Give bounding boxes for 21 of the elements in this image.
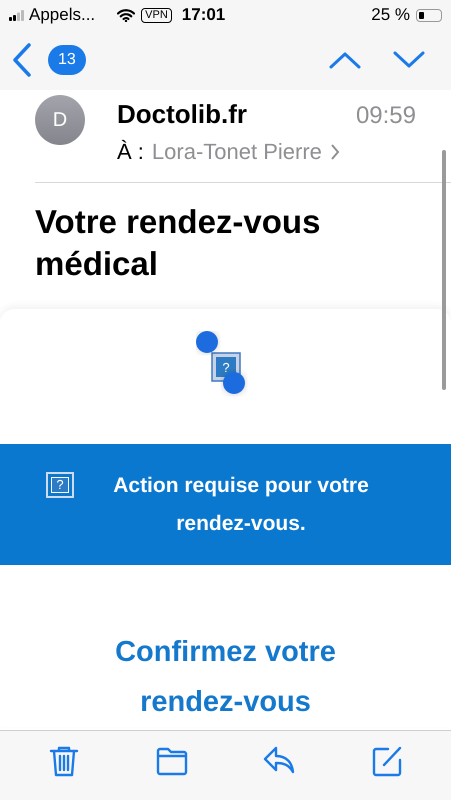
- sender-name: Doctolib.fr: [117, 98, 247, 131]
- battery-icon: [416, 8, 442, 22]
- clock: 17:01: [182, 4, 226, 26]
- back-icon[interactable]: [12, 43, 32, 77]
- vpn-badge: VPN: [141, 8, 172, 22]
- broken-image-icon: ?: [46, 472, 74, 498]
- unread-count-badge[interactable]: 13: [48, 45, 86, 75]
- chevron-right-icon[interactable]: [330, 142, 340, 160]
- recipient-name[interactable]: Lora-Tonet Pierre: [152, 135, 322, 168]
- signal-icon: [9, 10, 25, 20]
- previous-message-icon[interactable]: [329, 51, 361, 69]
- confirm-heading[interactable]: Confirmez votre rendez-vous: [86, 627, 366, 727]
- next-message-icon[interactable]: [393, 51, 425, 69]
- banner-text: Action requise pour votre rendez-vous.: [112, 472, 370, 536]
- carrier-name: Appels...: [29, 4, 96, 26]
- email-subject: Votre rendez-vous médical: [34, 202, 322, 284]
- battery-percent: 25 %: [371, 4, 410, 26]
- message-time: 09:59: [356, 101, 416, 131]
- sender-avatar: D: [35, 95, 85, 145]
- recipient-label: À :: [117, 138, 144, 166]
- wifi-icon: [117, 8, 136, 22]
